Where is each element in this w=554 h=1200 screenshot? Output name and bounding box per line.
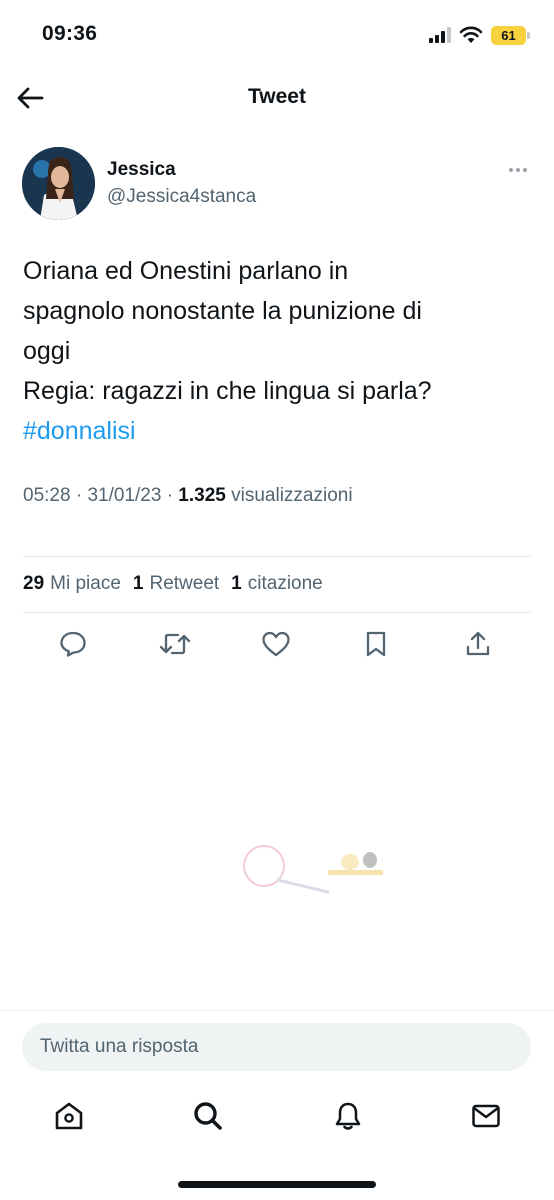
wifi-icon xyxy=(459,26,483,43)
reply-icon xyxy=(60,631,86,657)
tab-home[interactable] xyxy=(49,1096,89,1136)
bookmark-icon xyxy=(366,631,386,657)
avatar[interactable] xyxy=(22,147,95,220)
tweet-text: Oriana ed Onestini parlano in spagnolo n… xyxy=(23,251,533,451)
author-name[interactable]: Jessica xyxy=(107,159,176,181)
divider xyxy=(23,556,531,557)
notifications-icon xyxy=(335,1102,361,1130)
home-indicator xyxy=(178,1181,376,1188)
share-icon xyxy=(466,631,490,656)
page-title: Tweet xyxy=(248,85,306,108)
tab-notifications[interactable] xyxy=(328,1096,368,1136)
tweet-date: 31/01/23 xyxy=(87,485,162,506)
battery-indicator: 61 xyxy=(491,25,530,45)
divider xyxy=(0,1010,554,1011)
tweet-text-line: oggi xyxy=(23,337,71,365)
share-button[interactable] xyxy=(460,626,496,662)
quotes-stat[interactable]: 1 citazione xyxy=(231,573,323,595)
search-icon xyxy=(194,1102,222,1130)
retweets-count: 1 xyxy=(132,573,144,594)
like-button[interactable] xyxy=(258,626,294,662)
tweet-text-line: spagnolo nonostante la punizione di xyxy=(23,297,422,325)
meta-separator: · xyxy=(75,485,83,506)
tweet-time: 05:28 xyxy=(23,485,71,506)
quotes-label: citazione xyxy=(247,573,323,594)
views-count: 1.325 xyxy=(178,485,226,506)
retweet-icon xyxy=(159,633,191,655)
retweets-label: Retweet xyxy=(149,573,220,594)
reply-input[interactable]: Twitta una risposta xyxy=(22,1023,531,1071)
tweet-meta: 05:28 · 31/01/23 · 1.325 visualizzazioni xyxy=(23,485,353,507)
home-icon xyxy=(55,1102,83,1130)
like-icon xyxy=(262,631,290,657)
author-handle[interactable]: @Jessica4stanca xyxy=(107,186,256,208)
status-icons: 61 xyxy=(429,22,530,48)
views-label: visualizzazioni xyxy=(231,485,353,506)
divider xyxy=(23,612,531,613)
more-icon xyxy=(509,168,513,172)
watermark-logo xyxy=(238,840,388,905)
retweets-stat[interactable]: 1 Retweet xyxy=(133,573,219,595)
engagement-stats: 29 Mi piace 1 Retweet 1 citazione xyxy=(23,573,323,595)
more-options-button[interactable] xyxy=(503,160,533,180)
quotes-count: 1 xyxy=(231,573,242,594)
tweet-text-line: Regia: ragazzi in che lingua si parla? xyxy=(23,377,432,405)
hashtag-link[interactable]: #donnalisi xyxy=(23,411,533,451)
status-time: 09:36 xyxy=(42,22,98,45)
tab-search[interactable] xyxy=(188,1096,228,1136)
tab-messages[interactable] xyxy=(466,1096,506,1136)
cellular-signal-icon xyxy=(429,27,451,43)
likes-count: 29 xyxy=(23,573,45,594)
meta-separator: · xyxy=(166,485,174,506)
likes-label: Mi piace xyxy=(50,573,121,594)
likes-stat[interactable]: 29 Mi piace xyxy=(23,573,121,595)
retweet-button[interactable] xyxy=(157,626,193,662)
tweet-text-line: Oriana ed Onestini parlano in xyxy=(23,257,349,285)
bookmark-button[interactable] xyxy=(358,626,394,662)
reply-button[interactable] xyxy=(55,626,91,662)
messages-icon xyxy=(472,1104,500,1128)
